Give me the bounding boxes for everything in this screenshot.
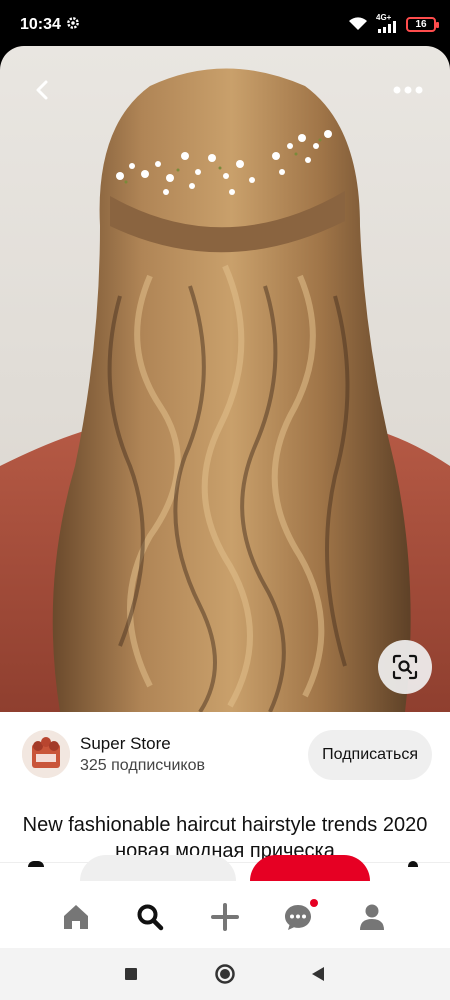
notification-dot [310,899,318,907]
gear-icon [67,17,79,29]
cell-signal-icon: 4G+ [376,13,398,33]
back-button[interactable] [22,70,62,110]
system-home-button[interactable] [213,962,237,986]
hairstyle-photo [0,46,450,712]
pin-details: Super Store 325 подписчиков Подписаться … [0,712,450,862]
visual-search-icon [392,654,418,680]
follow-button[interactable]: Подписаться [308,730,432,780]
action-button-peek-gray[interactable] [80,855,236,881]
action-button-peek-red[interactable] [250,855,370,881]
search-icon [137,904,164,931]
follower-count: 325 подписчиков [80,757,205,774]
recents-icon [125,968,137,980]
nav-home[interactable] [58,899,94,935]
messages-icon [285,905,311,930]
more-options-button[interactable] [388,70,428,110]
battery-level: 16 [415,18,427,30]
visual-search-button[interactable] [378,640,432,694]
system-navigation-bar [0,948,450,1000]
store-avatar-image [22,730,70,778]
nav-messages[interactable] [280,899,318,935]
pin-image-container[interactable] [0,46,450,712]
nav-search[interactable] [132,899,168,935]
nav-profile[interactable] [354,899,390,935]
battery-icon: 16 [406,16,439,32]
home-circle-icon [215,964,235,984]
status-bar: 10:34 4G+ 16 [0,0,450,46]
edge-icon-right [408,861,418,867]
bottom-navigation [0,855,450,948]
more-icon [393,86,423,94]
wifi-icon [349,17,367,30]
status-time: 10:34 [20,16,61,33]
profile-icon [360,904,384,930]
system-back-button[interactable] [306,962,330,986]
home-icon [64,905,88,929]
pin-title: New fashionable haircut hairstyle trends… [22,814,428,862]
status-icons: 4G+ 16 [348,13,439,34]
avatar[interactable] [22,730,70,778]
back-triangle-icon [312,967,324,981]
add-icon [211,903,239,931]
edge-icon-left [28,861,44,867]
nav-add[interactable] [207,899,243,935]
recents-button[interactable] [119,962,143,986]
creator-name[interactable]: Super Store [80,734,171,754]
back-icon [36,80,48,100]
